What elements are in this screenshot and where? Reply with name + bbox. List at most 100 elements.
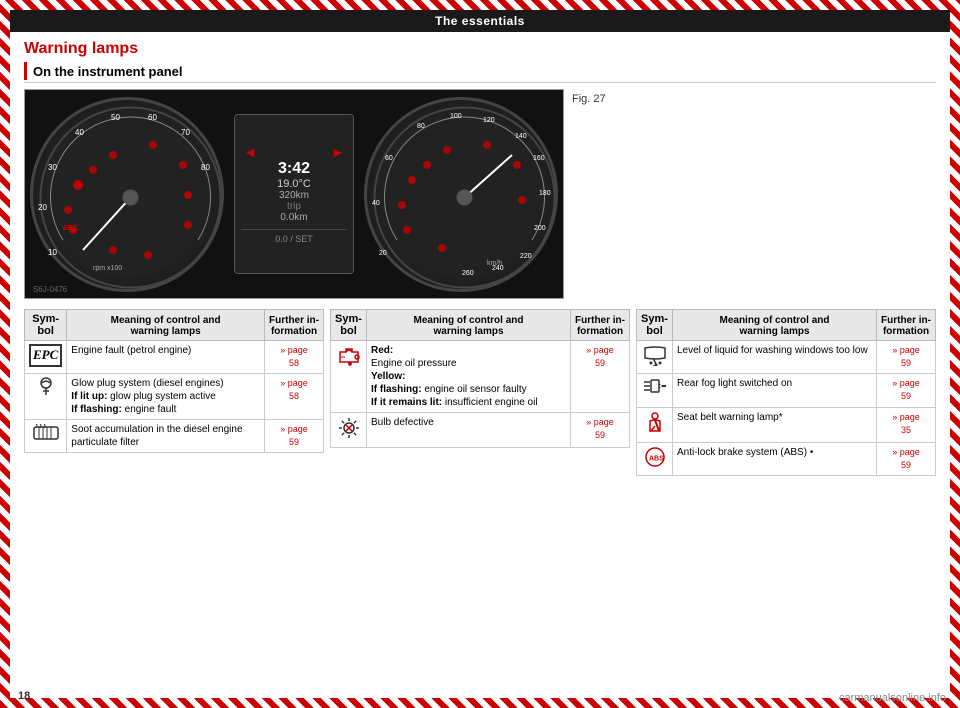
table3-header-meaning: Meaning of control andwarning lamps (673, 310, 877, 341)
further-fog: » page59 (877, 374, 936, 407)
svg-text:160: 160 (533, 155, 545, 162)
glow-plug-icon (35, 377, 57, 399)
symbol-epc: EPC (25, 341, 67, 374)
svg-text:200: 200 (534, 225, 546, 232)
table-row: Rear fog light switched on » page59 (637, 374, 936, 407)
meaning-bulb: Bulb defective (367, 413, 571, 448)
svg-text:40: 40 (75, 128, 84, 137)
bulb-defective-icon (337, 416, 361, 440)
further-bulb: » page59 (571, 413, 630, 448)
table2-header-symbol: Sym-bol (331, 310, 367, 341)
washer-fluid-icon (642, 344, 668, 366)
table3-header-symbol: Sym-bol (637, 310, 673, 341)
main-content: The essentials Warning lamps On the inst… (10, 10, 950, 698)
display-odo: 320km (279, 190, 309, 201)
svg-text:ABS: ABS (649, 455, 664, 462)
symbol-fog (637, 374, 673, 407)
table-row: Bulb defective » page59 (331, 413, 630, 448)
page-title: Warning lamps (24, 40, 936, 58)
svg-text:140: 140 (515, 133, 527, 140)
meaning-washer: Level of liquid for washing windows too … (673, 341, 877, 374)
symbol-abs: ABS (637, 442, 673, 475)
display-temp: 19.0°C (277, 178, 311, 190)
svg-text:70: 70 (181, 128, 190, 137)
section-heading: On the instrument panel (24, 62, 936, 83)
svg-text:40: 40 (372, 200, 380, 207)
svg-text:260: 260 (462, 270, 474, 277)
svg-text:EPC: EPC (63, 225, 77, 232)
tachometer-gauge: 10 20 30 40 50 60 70 80 rpm x100 (30, 97, 224, 292)
svg-text:120: 120 (483, 117, 495, 124)
svg-text:20: 20 (379, 250, 387, 257)
instrument-panel-image: 10 20 30 40 50 60 70 80 rpm x100 (24, 89, 564, 299)
svg-text:220: 220 (520, 253, 532, 260)
table-3: Sym-bol Meaning of control andwarning la… (636, 309, 936, 694)
further-washer: » page59 (877, 341, 936, 374)
figure-label: Fig. 27 (564, 89, 614, 109)
svg-text:60: 60 (148, 113, 157, 122)
section-heading-text: On the instrument panel (33, 64, 183, 79)
figure-code: S6J-0476 (33, 285, 67, 294)
svg-text:50: 50 (111, 113, 120, 122)
meaning-epc: Engine fault (petrol engine) (67, 341, 265, 374)
meaning-soot: Soot accumulation in the diesel engine p… (67, 420, 265, 453)
further-seatbelt: » page35 (877, 407, 936, 442)
table2-header-meaning: Meaning of control andwarning lamps (367, 310, 571, 341)
svg-text:60: 60 (385, 155, 393, 162)
symbol-oil (331, 341, 367, 413)
body-area: Warning lamps On the instrument panel (10, 32, 950, 698)
further-soot: » page59 (265, 420, 324, 453)
display-set: 0.0 / SET (275, 234, 313, 244)
symbol-bulb (331, 413, 367, 448)
oil-pressure-icon (336, 344, 362, 366)
watermark: carmanualsonline.info (839, 692, 946, 704)
svg-text:180: 180 (539, 190, 551, 197)
table-row: Soot accumulation in the diesel engine p… (25, 420, 324, 453)
abs-icon: ABS (642, 446, 668, 468)
svg-text:100: 100 (450, 113, 462, 120)
svg-text:km/h: km/h (487, 260, 502, 267)
particulate-filter-icon (33, 423, 59, 443)
further-oil: » page59 (571, 341, 630, 413)
meaning-abs: Anti-lock brake system (ABS) • (673, 442, 877, 475)
table3-header-further: Further in-formation (877, 310, 936, 341)
table-row: Glow plug system (diesel engines) If lit… (25, 374, 324, 420)
symbol-seatbelt (637, 407, 673, 442)
table1-header-further: Further in-formation (265, 310, 324, 341)
further-glow: » page58 (265, 374, 324, 420)
rear-fog-light-icon (642, 377, 668, 399)
page-number: 18 (18, 690, 30, 702)
svg-text:10: 10 (48, 248, 57, 257)
symbol-glow (25, 374, 67, 420)
center-display: ◄ ► 3:42 19.0°C 320km trip 0.0km 0.0 / S… (234, 114, 354, 274)
table-2: Sym-bol Meaning of control andwarning la… (330, 309, 630, 694)
meaning-seatbelt: Seat belt warning lamp* (673, 407, 877, 442)
header-bar: The essentials (10, 10, 950, 32)
display-time: 3:42 (278, 160, 310, 178)
svg-text:30: 30 (48, 163, 57, 172)
further-abs: » page59 (877, 442, 936, 475)
speedometer-gauge: 20 40 60 80 100 120 140 160 180 200 220 … (364, 97, 558, 292)
table1-header-symbol: Sym-bol (25, 310, 67, 341)
svg-text:20: 20 (38, 203, 47, 212)
symbol-soot (25, 420, 67, 453)
table2-header-further: Further in-formation (571, 310, 630, 341)
symbol-washer (637, 341, 673, 374)
svg-text:80: 80 (201, 163, 210, 172)
seatbelt-icon (644, 411, 666, 435)
table1-header-meaning: Meaning of control andwarning lamps (67, 310, 265, 341)
table-row: EPC Engine fault (petrol engine) » page5… (25, 341, 324, 374)
table-1: Sym-bol Meaning of control andwarning la… (24, 309, 324, 694)
meaning-glow: Glow plug system (diesel engines) If lit… (67, 374, 265, 420)
table-row: Level of liquid for washing windows too … (637, 341, 936, 374)
meaning-fog: Rear fog light switched on (673, 374, 877, 407)
meaning-oil: Red: Engine oil pressure Yellow: If flas… (367, 341, 571, 413)
display-trip: 0.0km (280, 212, 307, 223)
svg-text:rpm x100: rpm x100 (93, 265, 122, 272)
table-row: Seat belt warning lamp* » page35 (637, 407, 936, 442)
table-row: ABS Anti-lock brake system (ABS) • » pag… (637, 442, 936, 475)
table-row: Red: Engine oil pressure Yellow: If flas… (331, 341, 630, 413)
section-heading-bar (24, 62, 27, 80)
further-epc: » page58 (265, 341, 324, 374)
svg-text:80: 80 (417, 123, 425, 130)
